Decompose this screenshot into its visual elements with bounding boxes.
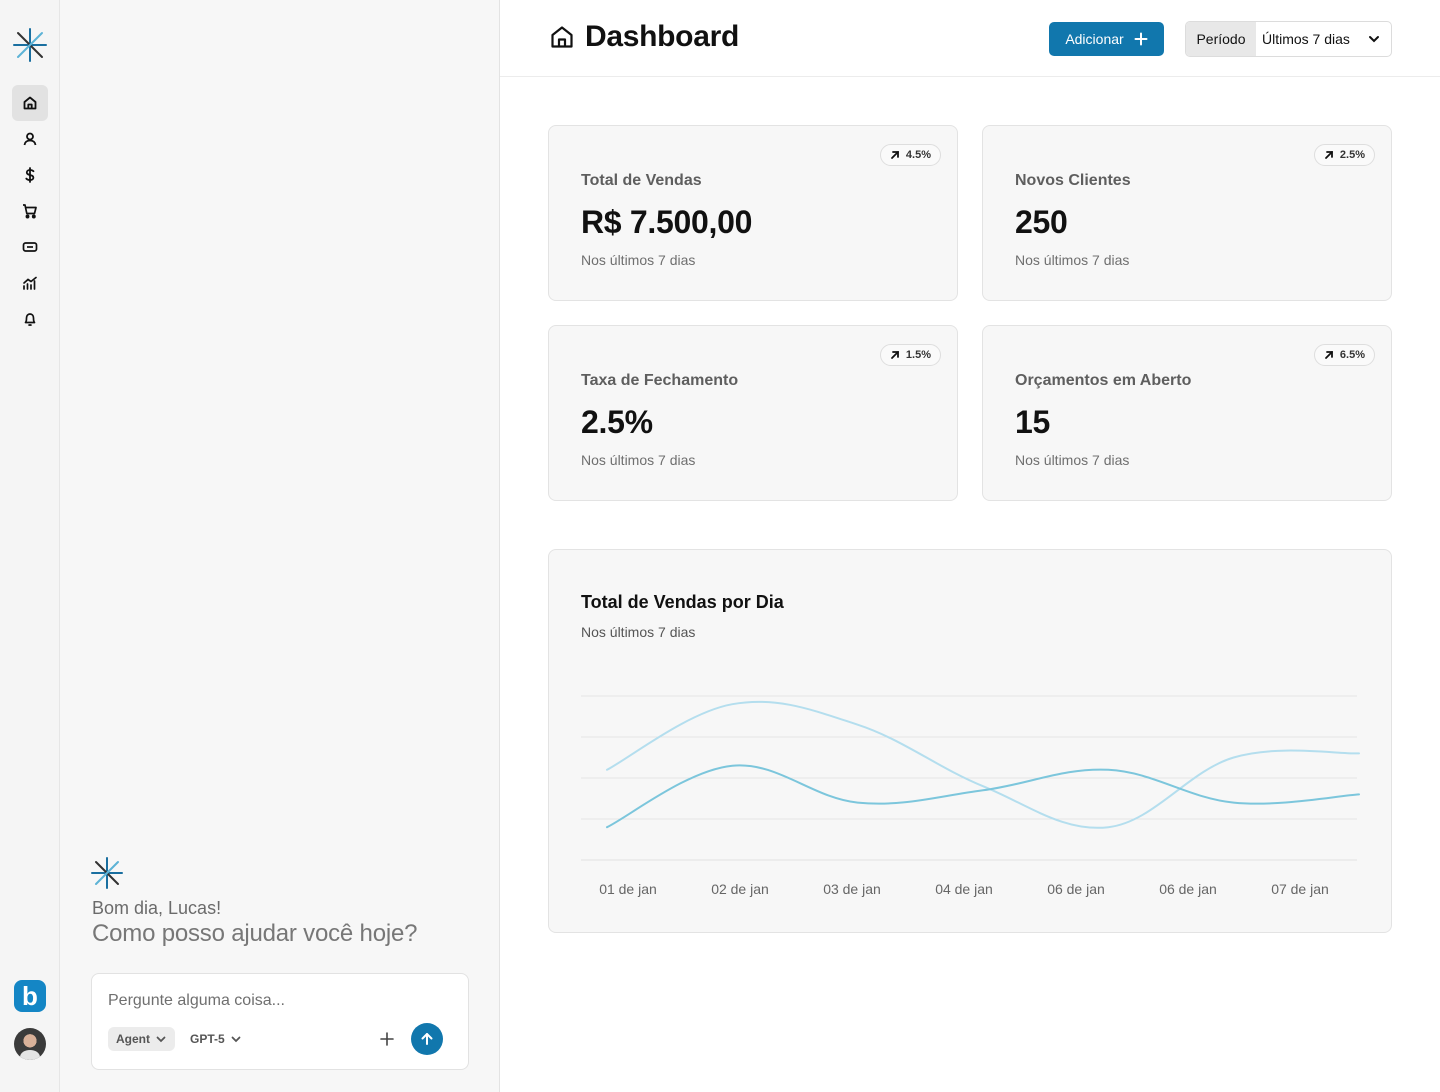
sales-by-day-chart-card: 01 de jan 02 de jan 03 de jan 04 de jan 06 d… xyxy=(548,549,1392,933)
trend-badge-value: 4.5% xyxy=(905,149,931,161)
trend-badge-value: 1.5% xyxy=(905,349,931,361)
chevron-down-icon xyxy=(231,1036,241,1043)
brand-app-icon[interactable]: b xyxy=(14,980,46,1012)
kpi-value: 15 xyxy=(1015,404,1050,440)
send-button[interactable] xyxy=(411,1023,443,1055)
page-heading: Dashboard xyxy=(549,20,739,54)
topbar: Dashboard Adicionar Período Últimos 7 di… xyxy=(500,0,1440,77)
kpi-value: 250 xyxy=(1015,204,1068,240)
assistant-prompt: Como posso ajudar você hoje? xyxy=(92,920,418,947)
chevron-down-icon xyxy=(156,1036,166,1043)
chart-title: Total de Vendas por Dia xyxy=(581,592,784,612)
kpi-card-orcamentos-aberto: 6.5% Orçamentos em Aberto 15 Nos últimos… xyxy=(982,325,1392,501)
kpi-label: Taxa de Fechamento xyxy=(581,372,739,389)
rail-item-notifications[interactable] xyxy=(12,301,48,337)
add-button-label: Adicionar xyxy=(1065,31,1124,47)
trend-badge: 1.5% xyxy=(879,344,941,366)
x-tick-label: 06 de jan xyxy=(1047,881,1105,897)
kpi-value: R$ 7.500,00 xyxy=(581,204,753,240)
x-tick-label: 02 de jan xyxy=(711,881,769,897)
kpi-card-novos-clientes: 2.5% Novos Clientes 250 Nos últimos 7 di… xyxy=(982,125,1392,301)
kpi-subtitle: Nos últimos 7 dias xyxy=(1015,252,1130,268)
x-tick-label: 06 de jan xyxy=(1159,881,1217,897)
icon-rail: b xyxy=(0,0,60,1092)
attach-plus-icon[interactable] xyxy=(378,1030,396,1048)
chat-composer: Agent GPT-5 xyxy=(91,973,469,1070)
plus-icon xyxy=(1134,32,1148,46)
kpi-subtitle: Nos últimos 7 dias xyxy=(581,252,696,268)
model-label: GPT-5 xyxy=(190,1032,225,1046)
rail-item-reports[interactable] xyxy=(12,265,48,301)
x-tick-label: 07 de jan xyxy=(1271,881,1329,897)
bar-chart-icon xyxy=(23,276,37,290)
add-button[interactable]: Adicionar xyxy=(1049,22,1164,56)
period-value: Últimos 7 dias xyxy=(1262,31,1350,47)
rail-item-orders[interactable] xyxy=(12,193,48,229)
arrow-up-icon xyxy=(421,1033,433,1045)
kpi-label: Total de Vendas xyxy=(581,172,702,189)
chart-subtitle: Nos últimos 7 dias xyxy=(581,624,696,640)
series-line-2 xyxy=(606,764,1360,829)
period-select[interactable]: Últimos 7 dias xyxy=(1256,22,1391,56)
kpi-label: Novos Clientes xyxy=(1015,172,1131,189)
assistant-greeting: Bom dia, Lucas! xyxy=(92,898,222,918)
rail-item-home[interactable] xyxy=(12,85,48,121)
brand-letter: b xyxy=(22,981,38,1011)
period-label: Período xyxy=(1186,22,1256,56)
trend-badge-value: 6.5% xyxy=(1339,349,1365,361)
rail-item-users[interactable] xyxy=(12,121,48,157)
model-selector[interactable]: GPT-5 xyxy=(190,1027,242,1051)
rail-item-finance[interactable] xyxy=(12,157,48,193)
x-tick-label: 03 de jan xyxy=(823,881,881,897)
assistant-panel: Bom dia, Lucas! Como posso ajudar você h… xyxy=(60,0,500,1092)
kpi-card-taxa-fechamento: 1.5% Taxa de Fechamento 2.5% Nos últimos… xyxy=(548,325,958,501)
avatar[interactable] xyxy=(14,1028,46,1060)
assistant-logo-icon xyxy=(90,856,124,890)
chevron-down-icon xyxy=(1369,36,1379,43)
kpi-subtitle: Nos últimos 7 dias xyxy=(1015,452,1130,468)
kpi-label: Orçamentos em Aberto xyxy=(1015,372,1192,389)
bell-icon xyxy=(24,313,36,326)
rail-nav xyxy=(12,85,48,337)
series-line-1 xyxy=(606,700,1360,829)
trend-up-arrow-icon xyxy=(1325,351,1333,359)
x-tick-label: 01 de jan xyxy=(599,881,657,897)
trend-badge: 2.5% xyxy=(1313,144,1375,166)
trend-badge-value: 2.5% xyxy=(1339,149,1365,161)
kpi-card-total-vendas: 4.5% Total de Vendas R$ 7.500,00 Nos últ… xyxy=(548,125,958,301)
rail-item-payments[interactable] xyxy=(12,229,48,265)
mode-selector[interactable]: Agent xyxy=(108,1027,175,1051)
home-icon xyxy=(23,96,37,110)
asterisk-logo-icon[interactable] xyxy=(11,26,49,64)
home-icon xyxy=(551,26,573,48)
user-icon xyxy=(23,132,37,146)
period-filter: Período Últimos 7 dias xyxy=(1185,21,1392,57)
trend-up-arrow-icon xyxy=(891,151,899,159)
dashboard-main: Dashboard Adicionar Período Últimos 7 di… xyxy=(500,0,1440,1092)
trend-badge: 6.5% xyxy=(1313,344,1375,366)
ticket-icon xyxy=(22,242,38,252)
kpi-value: 2.5% xyxy=(581,404,653,440)
mode-label: Agent xyxy=(116,1032,150,1046)
cart-icon xyxy=(23,204,37,219)
dollar-icon xyxy=(25,167,35,183)
page-title: Dashboard xyxy=(585,20,739,53)
trend-up-arrow-icon xyxy=(1325,151,1333,159)
chat-input[interactable] xyxy=(108,992,448,1010)
trend-up-arrow-icon xyxy=(891,351,899,359)
kpi-subtitle: Nos últimos 7 dias xyxy=(581,452,696,468)
trend-badge: 4.5% xyxy=(879,144,941,166)
x-tick-label: 04 de jan xyxy=(935,881,993,897)
